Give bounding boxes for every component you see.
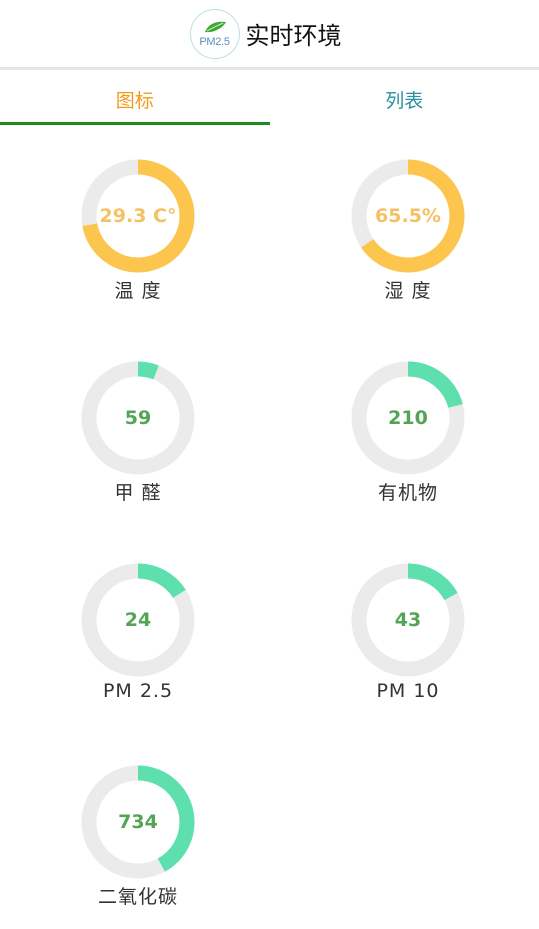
leaf-icon <box>203 21 227 33</box>
gauge-pm10[interactable]: 43 PM 10 <box>328 562 488 727</box>
gauge-value: 24 <box>58 609 218 631</box>
gauge-label: 甲 醛 <box>58 478 218 505</box>
gauge-formaldehyde[interactable]: 59 甲 醛 <box>58 360 218 525</box>
gauge-temperature[interactable]: 29.3 C° 温 度 <box>58 158 218 323</box>
tab-list[interactable]: 列表 <box>270 73 539 125</box>
page-title: 实时环境 <box>246 16 342 51</box>
tab-bar: 图标 列表 <box>0 73 539 125</box>
gauge-label: 温 度 <box>58 276 218 303</box>
gauge-pm25[interactable]: 24 PM 2.5 <box>58 562 218 727</box>
logo-text: PM2.5 <box>191 36 239 48</box>
gauge-organics[interactable]: 210 有机物 <box>328 360 488 525</box>
gauge-co2[interactable]: 734 二氧化碳 <box>58 764 218 929</box>
gauge-label: 有机物 <box>328 478 488 505</box>
header: PM2.5 实时环境 <box>0 0 539 70</box>
gauge-label: PM 10 <box>328 680 488 702</box>
gauge-value: 43 <box>328 609 488 631</box>
gauge-value: 59 <box>58 407 218 429</box>
gauge-label: PM 2.5 <box>58 680 218 702</box>
pm25-logo: PM2.5 <box>190 9 240 59</box>
gauge-value: 210 <box>328 407 488 429</box>
gauge-value: 734 <box>58 811 218 833</box>
gauge-label: 湿 度 <box>328 276 488 303</box>
gauge-value: 65.5% <box>328 205 488 227</box>
tab-chart[interactable]: 图标 <box>0 73 270 125</box>
gauge-humidity[interactable]: 65.5% 湿 度 <box>328 158 488 323</box>
gauge-value: 29.3 C° <box>58 205 218 227</box>
